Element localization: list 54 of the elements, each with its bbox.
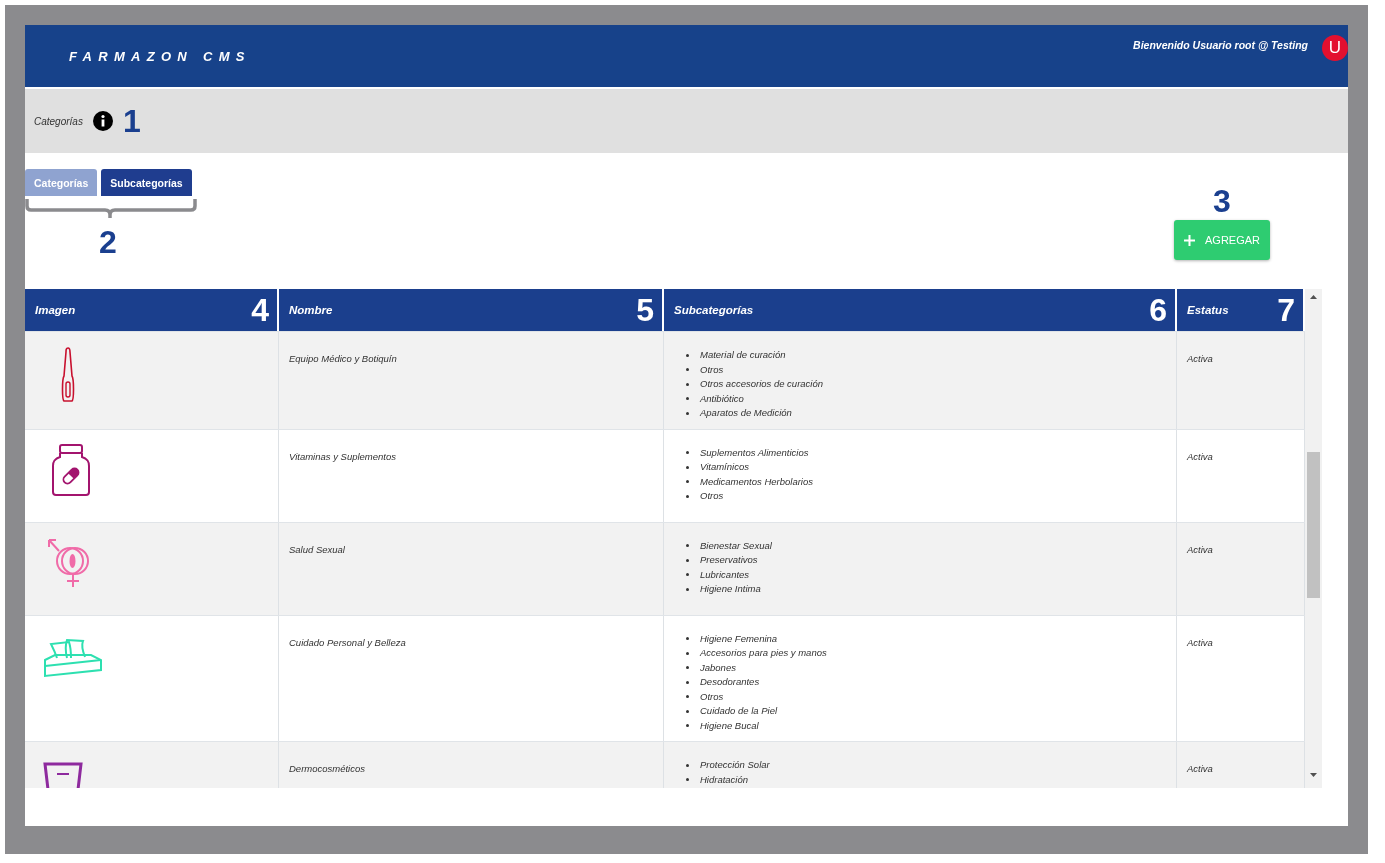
column-title: Nombre [289,304,333,316]
subcategory-item: Hidratación [686,772,751,787]
category-name: Equipo Médico y Botiquín [289,353,397,364]
annotation-number: 2 [99,226,117,258]
subcategory-item: Antibiótico [686,391,746,406]
subcategory-item: Otros accesorios de curación [686,377,826,392]
welcome-text: Bienvenido Usuario root @ Testing [1133,39,1308,51]
subcategory-item: Material de curación [686,348,788,363]
thermometer-icon [60,346,76,404]
scrollbar[interactable] [1305,289,1322,788]
tab[interactable]: Categorías [25,169,98,196]
page-title: Categorías [34,115,83,127]
subcategory-item: Vitamínicos [686,460,751,475]
app-logo: FARMAZON CMS [69,49,251,64]
subcategory-item: Cuidado de la Piel [686,704,780,719]
subcategory-item: Otros [686,689,726,704]
subcategory-item: Protección Solar [686,758,772,773]
subcategory-item: Higiene Femenina [686,631,780,646]
category-name: Salud Sexual [289,543,345,555]
column-title: Estatus [1187,304,1229,316]
subcategory-item: Higiene Intima [686,582,763,597]
user-avatar[interactable]: U [1322,35,1348,61]
status-text: Activa [1187,450,1213,462]
subcategory-item: Aparatos de Medición [686,406,794,421]
subcategory-item: Higiene Bucal [686,718,761,733]
category-name: Cuidado Personal y Belleza [289,636,406,648]
subcategory-item: Lubricantes [686,567,752,582]
status-text: Activa [1187,353,1213,364]
subcategory-item: Otros [686,362,726,377]
plus-icon [1184,234,1195,246]
column-title: Subcategorías [674,304,754,316]
subcategory-item: Accesorios para pies y manos [686,646,829,661]
status-text: Activa [1187,543,1213,555]
annotation-number: 6 [1149,294,1167,326]
annotation-number: 7 [1277,294,1295,326]
subcategory-item: Bienestar Sexual [686,538,774,553]
category-name: Dermocosméticos [289,763,366,774]
annotation-number: 5 [636,294,654,326]
column-title: Imagen [35,304,76,316]
annotation-number: 1 [122,105,141,137]
subcategory-item: Suplementos Alimenticios [686,445,811,460]
category-name: Vitaminas y Suplementos [289,450,397,462]
subcategory-item: Otros [686,489,726,504]
info-icon[interactable] [92,111,113,131]
subcategory-item: Medicamentos Herbolarios [686,474,815,489]
subcategory-item: Jabones [686,660,738,675]
pill-jar-icon [52,443,90,496]
status-text: Activa [1187,763,1213,774]
subcategory-item: Preservativos [686,553,760,568]
tab[interactable]: Subcategorías [101,169,192,196]
annotation-number: 3 [1213,185,1231,217]
subcategory-item: Desodorantes [686,675,762,690]
status-text: Activa [1187,636,1213,648]
annotation-number: 4 [251,294,269,326]
